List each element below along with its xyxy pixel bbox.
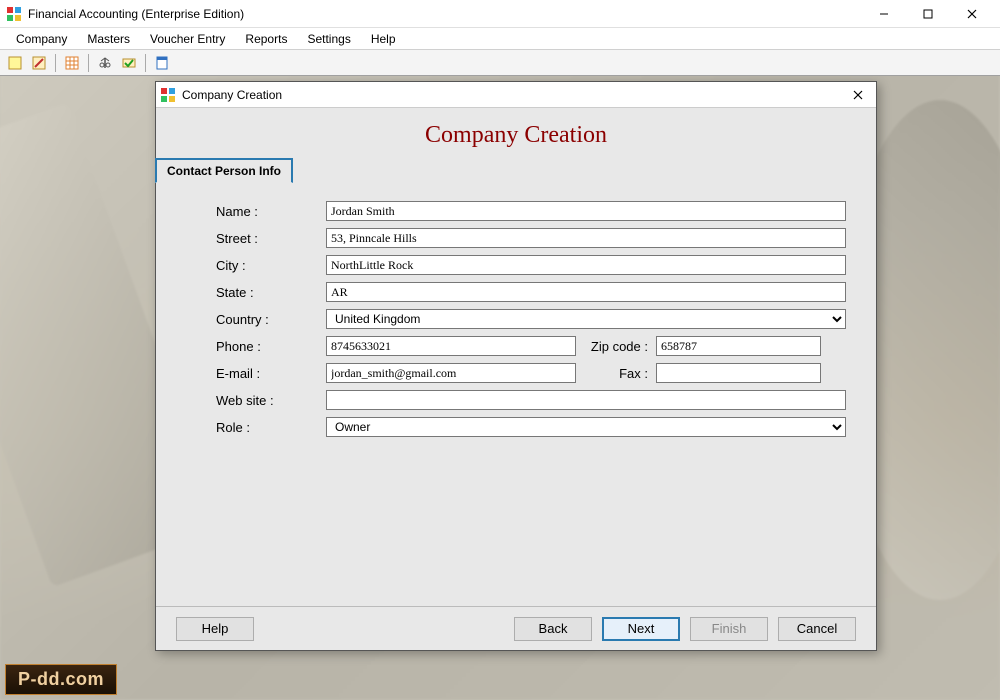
back-button[interactable]: Back: [514, 617, 592, 641]
label-name: Name :: [216, 204, 326, 219]
window-titlebar: Financial Accounting (Enterprise Edition…: [0, 0, 1000, 28]
city-field[interactable]: [326, 255, 846, 275]
toolbar-new-icon[interactable]: [4, 53, 26, 73]
toolbar-edit-icon[interactable]: [28, 53, 50, 73]
menu-company[interactable]: Company: [6, 30, 77, 48]
dialog-body: Company Creation Contact Person Info Nam…: [156, 108, 876, 606]
watermark: P-dd.com: [5, 664, 117, 695]
window-controls: [862, 0, 994, 28]
label-state: State :: [216, 285, 326, 300]
dialog-title: Company Creation: [182, 88, 844, 102]
label-street: Street :: [216, 231, 326, 246]
dialog-icon: [160, 87, 176, 103]
toolbar-check-icon[interactable]: [118, 53, 140, 73]
menu-voucher-entry[interactable]: Voucher Entry: [140, 30, 235, 48]
dialog-titlebar: Company Creation: [156, 82, 876, 108]
state-field[interactable]: [326, 282, 846, 302]
finish-button[interactable]: Finish: [690, 617, 768, 641]
label-phone: Phone :: [216, 339, 326, 354]
dialog-close-button[interactable]: [844, 84, 872, 106]
website-field[interactable]: [326, 390, 846, 410]
tab-strip: Contact Person Info: [155, 157, 876, 182]
label-fax: Fax :: [576, 366, 656, 381]
tab-contact-person-info[interactable]: Contact Person Info: [155, 158, 293, 183]
window-title: Financial Accounting (Enterprise Edition…: [28, 7, 862, 21]
fax-field[interactable]: [656, 363, 821, 383]
label-city: City :: [216, 258, 326, 273]
country-select[interactable]: United Kingdom: [326, 309, 846, 329]
label-role: Role :: [216, 420, 326, 435]
app-icon: [6, 6, 22, 22]
minimize-button[interactable]: [862, 0, 906, 28]
phone-field[interactable]: [326, 336, 576, 356]
toolbar-separator: [88, 54, 89, 72]
toolbar-doc-icon[interactable]: [151, 53, 173, 73]
role-select[interactable]: Owner: [326, 417, 846, 437]
help-button[interactable]: Help: [176, 617, 254, 641]
menu-settings[interactable]: Settings: [297, 30, 360, 48]
menu-reports[interactable]: Reports: [235, 30, 297, 48]
label-zip: Zip code :: [576, 339, 656, 354]
toolbar: [0, 50, 1000, 76]
toolbar-scale-icon[interactable]: [94, 53, 116, 73]
label-email: E-mail :: [216, 366, 326, 381]
email-field[interactable]: [326, 363, 576, 383]
dialog-footer: Help Back Next Finish Cancel: [156, 606, 876, 650]
company-creation-dialog: Company Creation Company Creation Contac…: [155, 81, 877, 651]
name-field[interactable]: [326, 201, 846, 221]
menu-masters[interactable]: Masters: [77, 30, 140, 48]
label-country: Country :: [216, 312, 326, 327]
menubar: Company Masters Voucher Entry Reports Se…: [0, 28, 1000, 50]
street-field[interactable]: [326, 228, 846, 248]
maximize-button[interactable]: [906, 0, 950, 28]
menu-help[interactable]: Help: [361, 30, 406, 48]
toolbar-separator: [55, 54, 56, 72]
next-button[interactable]: Next: [602, 617, 680, 641]
zip-field[interactable]: [656, 336, 821, 356]
dialog-heading: Company Creation: [156, 108, 876, 157]
close-button[interactable]: [950, 0, 994, 28]
cancel-button[interactable]: Cancel: [778, 617, 856, 641]
form-area: Name : Street : City : State : Country :…: [156, 182, 876, 453]
label-website: Web site :: [216, 393, 326, 408]
toolbar-grid-icon[interactable]: [61, 53, 83, 73]
toolbar-separator: [145, 54, 146, 72]
